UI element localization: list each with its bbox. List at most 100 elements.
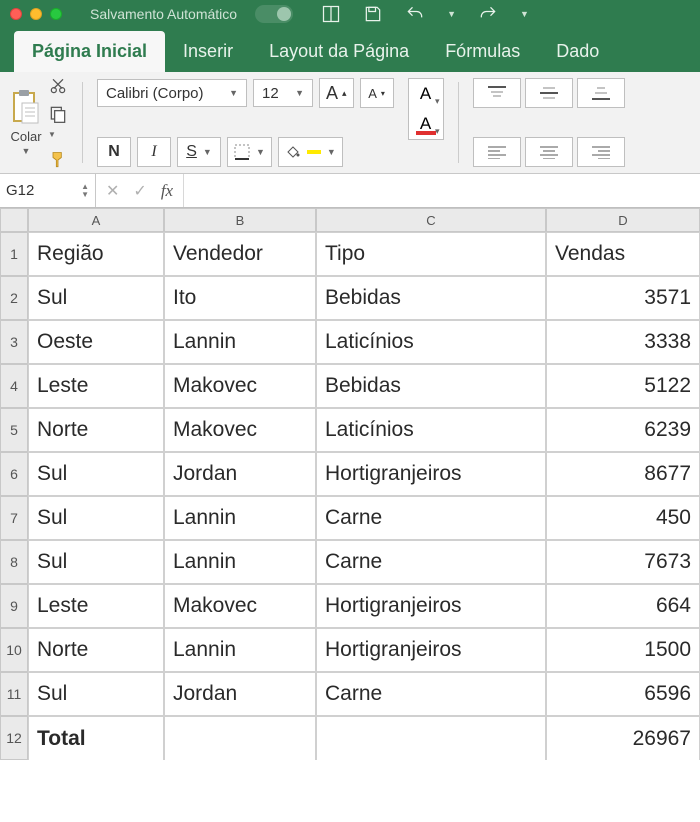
- cell[interactable]: Bebidas: [316, 364, 546, 408]
- redo-icon[interactable]: [478, 4, 498, 24]
- cell[interactable]: Sul: [28, 496, 164, 540]
- cell[interactable]: Jordan: [164, 452, 316, 496]
- cell[interactable]: 664: [546, 584, 700, 628]
- paste-dropdown-icon[interactable]: ▼: [22, 146, 31, 156]
- cell[interactable]: Sul: [28, 672, 164, 716]
- tab-insert[interactable]: Inserir: [165, 31, 251, 72]
- cell[interactable]: Lannin: [164, 320, 316, 364]
- font-name-select[interactable]: Calibri (Corpo) ▼: [97, 79, 247, 107]
- spreadsheet-grid[interactable]: A B C D 1 Região Vendedor Tipo Vendas 2 …: [0, 208, 700, 760]
- undo-icon[interactable]: [405, 4, 425, 24]
- cancel-formula-icon[interactable]: ✕: [106, 181, 119, 201]
- cell[interactable]: 7673: [546, 540, 700, 584]
- cell[interactable]: Makovec: [164, 408, 316, 452]
- row-header[interactable]: 6: [0, 452, 28, 496]
- cell[interactable]: Laticínios: [316, 320, 546, 364]
- cell[interactable]: Total: [28, 716, 164, 760]
- row-header[interactable]: 2: [0, 276, 28, 320]
- fill-color-button[interactable]: ▼: [278, 137, 343, 167]
- cell[interactable]: Norte: [28, 408, 164, 452]
- font-color-button[interactable]: A▾ A▾: [408, 78, 444, 140]
- align-right-button[interactable]: [577, 137, 625, 167]
- format-painter-icon[interactable]: [48, 150, 68, 170]
- save-icon[interactable]: [363, 4, 383, 24]
- cell[interactable]: Vendas: [546, 232, 700, 276]
- row-header[interactable]: 4: [0, 364, 28, 408]
- cell[interactable]: Sul: [28, 276, 164, 320]
- name-box[interactable]: G12 ▲▼: [0, 174, 96, 207]
- cell[interactable]: Leste: [28, 584, 164, 628]
- formula-input[interactable]: [183, 174, 700, 207]
- tab-home[interactable]: Página Inicial: [14, 31, 165, 72]
- row-header[interactable]: 8: [0, 540, 28, 584]
- insert-function-icon[interactable]: fx: [161, 181, 173, 201]
- cell[interactable]: Carne: [316, 496, 546, 540]
- grow-font-button[interactable]: A▴: [319, 78, 354, 108]
- row-header[interactable]: 7: [0, 496, 28, 540]
- redo-dropdown-icon[interactable]: ▼: [520, 9, 529, 19]
- cell[interactable]: 3571: [546, 276, 700, 320]
- close-window-button[interactable]: [10, 8, 22, 20]
- underline-button[interactable]: S▼: [177, 137, 221, 167]
- cell[interactable]: Lannin: [164, 540, 316, 584]
- cell[interactable]: Leste: [28, 364, 164, 408]
- row-header[interactable]: 11: [0, 672, 28, 716]
- cell[interactable]: Oeste: [28, 320, 164, 364]
- cell[interactable]: [164, 716, 316, 760]
- align-top-button[interactable]: [473, 78, 521, 108]
- cell[interactable]: Jordan: [164, 672, 316, 716]
- column-header-d[interactable]: D: [546, 208, 700, 232]
- cut-icon[interactable]: [48, 76, 68, 96]
- row-header[interactable]: 1: [0, 232, 28, 276]
- cell[interactable]: Norte: [28, 628, 164, 672]
- cell[interactable]: [316, 716, 546, 760]
- cell[interactable]: 6596: [546, 672, 700, 716]
- cell[interactable]: Região: [28, 232, 164, 276]
- cell[interactable]: 1500: [546, 628, 700, 672]
- cell[interactable]: Vendedor: [164, 232, 316, 276]
- cell[interactable]: Carne: [316, 672, 546, 716]
- italic-button[interactable]: I: [137, 137, 171, 167]
- select-all-corner[interactable]: [0, 208, 28, 232]
- cell[interactable]: 8677: [546, 452, 700, 496]
- cell[interactable]: Lannin: [164, 496, 316, 540]
- font-size-select[interactable]: 12 ▼: [253, 79, 313, 107]
- cell[interactable]: Sul: [28, 452, 164, 496]
- cell[interactable]: Carne: [316, 540, 546, 584]
- confirm-formula-icon[interactable]: ✓: [133, 181, 146, 201]
- cell[interactable]: Ito: [164, 276, 316, 320]
- cell[interactable]: Bebidas: [316, 276, 546, 320]
- minimize-window-button[interactable]: [30, 8, 42, 20]
- align-left-button[interactable]: [473, 137, 521, 167]
- row-header[interactable]: 9: [0, 584, 28, 628]
- cell[interactable]: Laticínios: [316, 408, 546, 452]
- shrink-font-button[interactable]: A▾: [360, 78, 394, 108]
- cell[interactable]: Tipo: [316, 232, 546, 276]
- align-middle-button[interactable]: [525, 78, 573, 108]
- cell[interactable]: Makovec: [164, 584, 316, 628]
- row-header[interactable]: 12: [0, 716, 28, 760]
- tab-page-layout[interactable]: Layout da Página: [251, 31, 427, 72]
- align-bottom-button[interactable]: [577, 78, 625, 108]
- autosave-toggle[interactable]: [255, 5, 293, 23]
- cell[interactable]: Hortigranjeiros: [316, 584, 546, 628]
- cell[interactable]: Hortigranjeiros: [316, 452, 546, 496]
- cell[interactable]: 5122: [546, 364, 700, 408]
- align-center-button[interactable]: [525, 137, 573, 167]
- copy-icon[interactable]: ▼: [48, 104, 68, 142]
- borders-button[interactable]: ▼: [227, 137, 272, 167]
- undo-dropdown-icon[interactable]: ▼: [447, 9, 456, 19]
- bold-button[interactable]: N: [97, 137, 131, 167]
- tab-formulas[interactable]: Fórmulas: [427, 31, 538, 72]
- name-box-stepper[interactable]: ▲▼: [81, 183, 89, 199]
- template-icon[interactable]: [321, 4, 341, 24]
- cell[interactable]: Lannin: [164, 628, 316, 672]
- row-header[interactable]: 3: [0, 320, 28, 364]
- cell[interactable]: Sul: [28, 540, 164, 584]
- cell[interactable]: Makovec: [164, 364, 316, 408]
- cell[interactable]: 3338: [546, 320, 700, 364]
- column-header-a[interactable]: A: [28, 208, 164, 232]
- cell[interactable]: Hortigranjeiros: [316, 628, 546, 672]
- row-header[interactable]: 5: [0, 408, 28, 452]
- column-header-b[interactable]: B: [164, 208, 316, 232]
